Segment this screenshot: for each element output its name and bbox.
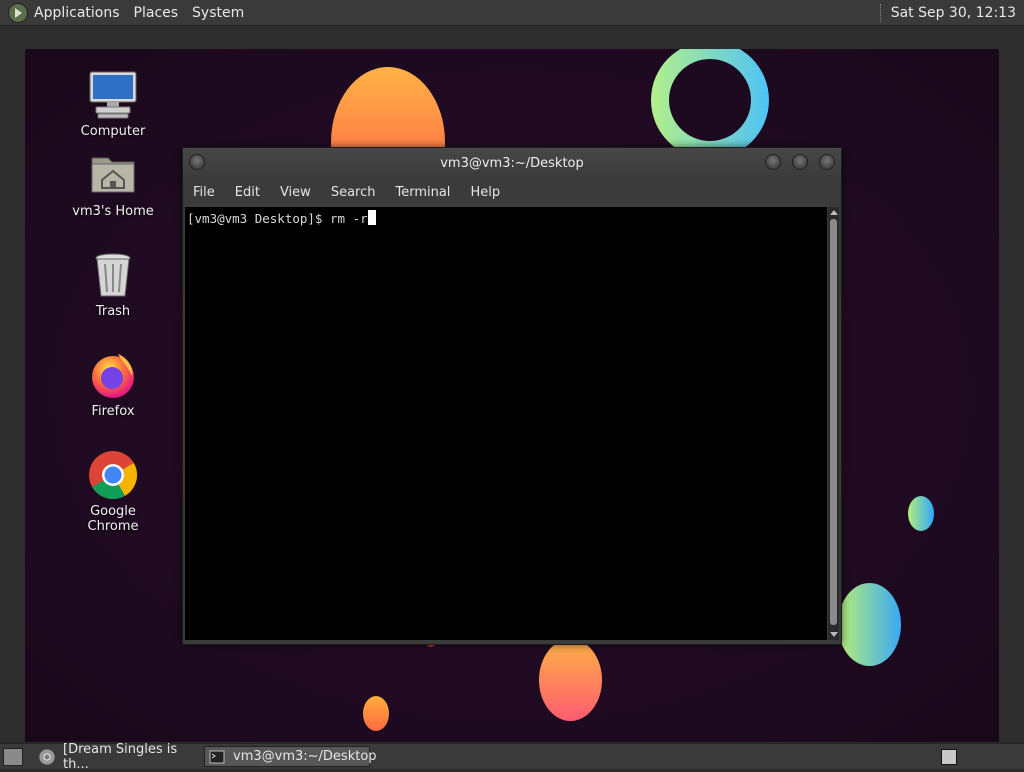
wallpaper-shape xyxy=(838,583,901,666)
text-cursor xyxy=(367,210,376,225)
menu-file[interactable]: File xyxy=(193,185,215,200)
desktop-icon-label: Computer xyxy=(80,124,146,139)
wallpaper-shape xyxy=(363,696,389,731)
window-titlebar[interactable]: vm3@vm3:~/Desktop xyxy=(183,148,841,178)
chrome-icon xyxy=(39,748,55,765)
desktop-icon-label: Trash xyxy=(95,304,131,319)
menu-places[interactable]: Places xyxy=(134,5,179,21)
menu-help[interactable]: Help xyxy=(470,185,500,200)
bottom-panel: [Dream Singles is th... vm3@vm3:~/Deskto… xyxy=(0,742,1024,772)
desktop-icon-label: vm3's Home xyxy=(72,204,154,219)
terminal-menubar: File Edit View Search Terminal Help xyxy=(183,178,841,206)
menu-system[interactable]: System xyxy=(192,5,244,21)
terminal-window[interactable]: vm3@vm3:~/Desktop File Edit View Search … xyxy=(182,147,842,645)
scroll-down-icon[interactable] xyxy=(830,632,838,637)
desktop-icon-home[interactable]: vm3's Home xyxy=(63,150,163,219)
taskbar-item-chrome[interactable]: [Dream Singles is th... xyxy=(35,742,200,772)
distro-logo-icon[interactable] xyxy=(8,2,28,23)
taskbar-item-label: vm3@vm3:~/Desktop xyxy=(233,749,377,764)
desktop-icon-label: Google Chrome xyxy=(87,504,139,534)
terminal-scrollbar[interactable] xyxy=(828,207,839,640)
trash-icon xyxy=(88,250,138,300)
minimize-button[interactable] xyxy=(765,154,781,170)
menu-terminal[interactable]: Terminal xyxy=(395,185,450,200)
menu-edit[interactable]: Edit xyxy=(235,185,260,200)
scroll-up-icon[interactable] xyxy=(830,210,838,215)
shell-prompt: [vm3@vm3 Desktop]$ xyxy=(187,211,330,226)
terminal-icon xyxy=(209,749,225,765)
panel-separator xyxy=(879,3,883,22)
show-desktop-icon[interactable] xyxy=(3,748,23,766)
menu-applications[interactable]: Applications xyxy=(34,5,120,21)
chrome-icon xyxy=(88,450,138,500)
desktop-icon-computer[interactable]: Computer xyxy=(63,70,163,139)
terminal-output[interactable]: [vm3@vm3 Desktop]$ rm -r xyxy=(185,207,827,640)
workspace-switcher[interactable] xyxy=(941,749,957,765)
home-folder-icon xyxy=(88,150,138,200)
close-button[interactable] xyxy=(819,154,835,170)
desktop-icon-trash[interactable]: Trash xyxy=(63,250,163,319)
desktop-icon-chrome[interactable]: Google Chrome xyxy=(63,450,163,534)
clock[interactable]: Sat Sep 30, 12:13 xyxy=(891,5,1016,21)
computer-icon xyxy=(88,70,138,120)
window-title: vm3@vm3:~/Desktop xyxy=(440,156,584,171)
wallpaper-shape xyxy=(539,639,602,721)
desktop-icon-label: Firefox xyxy=(91,404,135,419)
command-input[interactable]: rm -r xyxy=(330,211,368,226)
wallpaper-ring xyxy=(651,49,769,159)
desktop-icon-firefox[interactable]: Firefox xyxy=(63,350,163,419)
top-panel: Applications Places System Sat Sep 30, 1… xyxy=(0,0,1024,26)
firefox-icon xyxy=(88,350,138,400)
menu-view[interactable]: View xyxy=(280,185,311,200)
taskbar-item-terminal[interactable]: vm3@vm3:~/Desktop xyxy=(204,746,377,767)
wallpaper-shape xyxy=(908,496,934,531)
maximize-button[interactable] xyxy=(792,154,808,170)
taskbar-item-label: [Dream Singles is th... xyxy=(63,741,178,772)
menu-search[interactable]: Search xyxy=(331,185,376,200)
scrollbar-thumb[interactable] xyxy=(830,219,837,625)
